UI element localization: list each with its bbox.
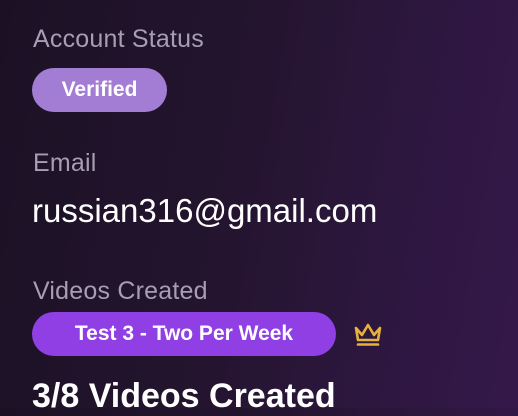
crown-icon xyxy=(352,320,384,348)
verified-badge: Verified xyxy=(32,68,167,112)
email-value: russian316@gmail.com xyxy=(32,192,378,229)
email-label: Email xyxy=(33,149,97,177)
videos-created-count: 3/8 Videos Created xyxy=(32,377,336,415)
videos-created-label: Videos Created xyxy=(33,277,208,305)
account-status-label: Account Status xyxy=(33,25,204,53)
plan-badge: Test 3 - Two Per Week xyxy=(32,312,336,356)
